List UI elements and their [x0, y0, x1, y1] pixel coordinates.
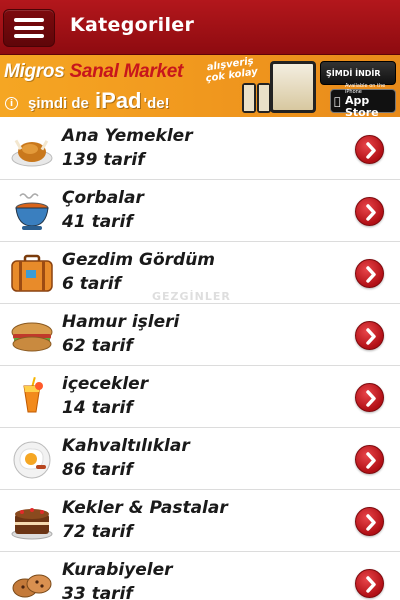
list-item[interactable]: Ana Yemekler 139 tarif	[0, 118, 400, 180]
chevron-right-button[interactable]	[355, 569, 384, 598]
brand-red-text: Sanal Market	[64, 61, 184, 82]
chevron-right-icon	[366, 452, 376, 469]
category-title: içecekler	[62, 374, 149, 394]
list-item[interactable]: içecekler 14 tarif	[0, 366, 400, 428]
tablet-image	[270, 61, 316, 113]
chevron-right-button[interactable]	[355, 321, 384, 350]
category-count: 139 tarif	[62, 150, 145, 170]
category-list: Ana Yemekler 139 tarif Çorbalar 41 tarif…	[0, 118, 400, 600]
tagline-suffix: 'de!	[143, 95, 170, 112]
app-store-badge[interactable]:  Available on the iPhone App Store	[330, 83, 396, 117]
migros-ad-banner[interactable]: Migros Sanal Market i şimdi de iPad'de! …	[0, 55, 400, 117]
phone-image	[257, 83, 271, 113]
sandwich-icon	[11, 322, 53, 352]
soup-bowl-icon	[15, 193, 49, 230]
category-count: 14 tarif	[62, 398, 133, 418]
info-icon[interactable]: i	[5, 97, 18, 110]
cookies-icon	[12, 574, 52, 598]
hamburger-menu-icon	[14, 18, 44, 38]
category-title: Ana Yemekler	[62, 126, 193, 146]
menu-button[interactable]	[3, 9, 55, 47]
cocktail-icon	[23, 376, 43, 413]
chevron-right-icon	[366, 576, 376, 593]
devices-image	[240, 61, 318, 115]
fried-egg-icon	[13, 441, 51, 479]
category-count: 41 tarif	[62, 212, 133, 232]
cake-icon	[11, 508, 53, 540]
chevron-right-icon	[366, 142, 376, 159]
chevron-right-icon	[366, 266, 376, 283]
phone-image	[242, 83, 256, 113]
list-item[interactable]: Kekler & Pastalar 72 tarif	[0, 490, 400, 552]
list-item[interactable]: Kahvaltılıklar 86 tarif	[0, 428, 400, 490]
chevron-right-button[interactable]	[355, 445, 384, 474]
chevron-right-button[interactable]	[355, 135, 384, 164]
banner-brand: Migros Sanal Market	[4, 61, 183, 83]
list-item[interactable]: Çorbalar 41 tarif	[0, 180, 400, 242]
tagline-prefix: şimdi de	[28, 95, 89, 112]
roast-chicken-icon	[11, 139, 53, 167]
category-title: Kahvaltılıklar	[62, 436, 190, 456]
list-item[interactable]: Hamur işleri 62 tarif	[0, 304, 400, 366]
category-count: 6 tarif	[62, 274, 121, 294]
category-title: Kurabiyeler	[62, 560, 173, 580]
category-count: 86 tarif	[62, 460, 133, 480]
category-count: 33 tarif	[62, 584, 133, 600]
apple-icon: 	[334, 95, 341, 108]
category-count: 62 tarif	[62, 336, 133, 356]
page-title: Kategoriler	[70, 14, 195, 36]
watermark: GEZGİNLER	[152, 290, 231, 303]
suitcase-icon	[11, 254, 53, 292]
list-item[interactable]: Kurabiyeler 33 tarif	[0, 552, 400, 600]
banner-tagline: şimdi de iPad'de!	[28, 88, 170, 114]
download-now-button[interactable]: ŞİMDİ İNDİR	[320, 61, 396, 85]
chevron-right-button[interactable]	[355, 259, 384, 288]
brand-white-text: Migros	[4, 61, 65, 82]
download-label: ŞİMDİ İNDİR	[326, 68, 381, 78]
category-title: Kekler & Pastalar	[62, 498, 228, 518]
category-title: Hamur işleri	[62, 312, 180, 332]
chevron-right-button[interactable]	[355, 197, 384, 226]
app-header: Kategoriler	[0, 0, 400, 55]
chevron-right-icon	[366, 514, 376, 531]
category-count: 72 tarif	[62, 522, 133, 542]
chevron-right-icon	[366, 204, 376, 221]
chevron-right-button[interactable]	[355, 383, 384, 412]
appstore-big-text: App Store	[345, 94, 379, 118]
tagline-ipad: iPad	[95, 88, 142, 113]
chevron-right-icon	[366, 328, 376, 345]
chevron-right-button[interactable]	[355, 507, 384, 536]
category-title: Çorbalar	[62, 188, 144, 208]
category-title: Gezdim Gördüm	[62, 250, 216, 270]
chevron-right-icon	[366, 390, 376, 407]
